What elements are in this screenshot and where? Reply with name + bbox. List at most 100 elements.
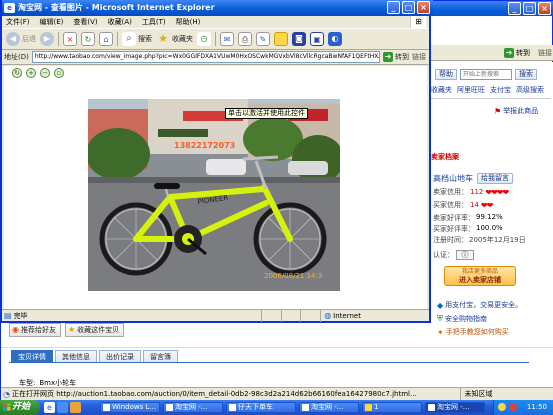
phone-guide-link[interactable]: 手把手教您如何购买 — [446, 327, 509, 337]
zoom-in-icon[interactable]: + — [26, 68, 36, 78]
clock[interactable]: 11:50 — [527, 403, 547, 411]
minimize-button[interactable]: _ — [387, 1, 400, 14]
tab-item-detail[interactable]: 宝贝详情 — [11, 350, 53, 362]
bicycle-photo[interactable]: PIONEER 13822172073 单击以激活并使用此控件 2006/08/… — [88, 99, 340, 291]
seller-name-link[interactable]: 高档山地车 — [433, 173, 473, 184]
system-tray: 11:50 — [493, 400, 553, 415]
home-button[interactable]: ⌂ — [99, 32, 113, 46]
ie-quicklaunch-icon[interactable]: e — [44, 402, 55, 413]
bicycle-photo-graphic: PIONEER — [88, 99, 340, 291]
buyer-good-rate-row: 买家好评率： 100.0% — [433, 224, 503, 233]
safe-shopping-link[interactable]: 安全购物指南 — [445, 314, 487, 324]
verify-badge-icon: ⓘ — [456, 250, 474, 260]
address-input[interactable]: http://www.taobao.com/view_image.php?pic… — [31, 51, 380, 63]
research-icon[interactable]: ▣ — [310, 32, 324, 46]
folder-icon — [365, 404, 372, 411]
history-icon[interactable]: ◷ — [197, 32, 211, 46]
menu-help[interactable]: 帮助(H) — [176, 16, 201, 28]
separator — [58, 32, 59, 46]
seller-archive-title: 卖家档案 — [431, 153, 459, 161]
menu-file[interactable]: 文件(F) — [6, 16, 30, 28]
messenger-icon[interactable]: ◙ — [292, 32, 306, 46]
stop-button[interactable]: × — [63, 32, 77, 46]
ie-icon — [166, 404, 173, 411]
viewer-toolbar: ↻ + − ▫ — [12, 68, 64, 78]
nav-favorites-link[interactable]: 收藏夹 — [431, 85, 452, 95]
lightbulb-icon: ✦ — [437, 327, 444, 337]
search-button[interactable]: 搜索 — [515, 68, 537, 80]
heart-rank-icon: ❤❤❤❤ — [485, 187, 509, 197]
go-button[interactable]: ➜ 转到 — [383, 52, 409, 62]
report-icon: ⚑ — [494, 106, 502, 116]
alipay-icon: ◆ — [437, 300, 444, 310]
tab-other-info[interactable]: 其他信息 — [55, 350, 97, 362]
folder-icon[interactable] — [274, 32, 288, 46]
menu-view[interactable]: 查看(V) — [73, 16, 97, 28]
links-label[interactable]: 链接 — [412, 52, 429, 62]
report-link[interactable]: 举报此商品 — [503, 106, 538, 116]
help-button[interactable]: 帮助 — [435, 68, 457, 80]
photo-watermark: 13822172073 — [174, 141, 236, 150]
qq-icon[interactable]: ◐ — [328, 32, 342, 46]
menu-edit[interactable]: 编辑(E) — [40, 16, 64, 28]
search-input[interactable] — [460, 68, 512, 80]
minimize-button[interactable]: _ — [508, 2, 521, 15]
address-label: 地址(D) — [4, 53, 29, 61]
tab-bid-record[interactable]: 出价记录 — [99, 350, 141, 362]
tab-guestbook[interactable]: 留言簿 — [143, 350, 178, 362]
print-icon[interactable]: ⎙ — [238, 32, 252, 46]
heart-rank-icon: ❤❤ — [480, 200, 493, 210]
window-title: 淘宝网 - 查看图片 - Microsoft Internet Explorer — [18, 3, 215, 12]
forward-button[interactable]: ▶ — [40, 32, 54, 46]
search-button[interactable]: ⌕ 搜索 — [122, 32, 152, 46]
menu-tools[interactable]: 工具(T) — [142, 16, 166, 28]
fit-icon[interactable]: ▫ — [54, 68, 64, 78]
nav-alipay-link[interactable]: 支付宝 — [490, 85, 511, 95]
rotate-icon[interactable]: ↻ — [12, 68, 22, 78]
maximize-button[interactable]: □ — [523, 2, 536, 15]
taskbar-item-taobao-3[interactable]: 淘宝网 -... — [425, 402, 485, 413]
mail-icon[interactable]: ✉ — [220, 32, 234, 46]
report-item[interactable]: ⚑ 举报此商品 — [494, 106, 538, 116]
tray-icon[interactable] — [509, 403, 517, 411]
zoom-out-icon[interactable]: − — [40, 68, 50, 78]
links-label[interactable]: 链接 — [538, 48, 552, 58]
media-quicklaunch-icon[interactable] — [70, 402, 81, 413]
back-button[interactable]: ◀ 后退 — [6, 32, 36, 46]
image-viewer-area: ↻ + − ▫ PIONEER 13822172073 单击以激活并使用此控件 … — [4, 66, 427, 309]
taskbar-item-bike-world[interactable]: 仔天下单车 — [226, 402, 296, 413]
maximize-button[interactable]: □ — [402, 1, 415, 14]
taskbar-item-windows-live[interactable]: Windows L... — [100, 402, 160, 413]
status-cell — [260, 309, 281, 322]
shield-icon: ⛨ — [437, 314, 443, 323]
taskbar-item-taobao-1[interactable]: 淘宝网 -... — [163, 402, 223, 413]
popup-title-bar[interactable]: e 淘宝网 - 查看图片 - Microsoft Internet Explor… — [2, 0, 433, 16]
favorites-button[interactable]: ★ 收藏夹 — [156, 32, 193, 46]
give-message-button[interactable]: 给我留言 — [477, 173, 513, 184]
go-button[interactable]: ➜ 转到 — [504, 48, 530, 58]
menu-favorites[interactable]: 收藏(A) — [108, 16, 132, 28]
close-button[interactable]: × — [417, 1, 430, 14]
edit-icon[interactable]: ✎ — [256, 32, 270, 46]
close-button[interactable]: × — [538, 2, 551, 15]
taskbar-item-taobao-2[interactable]: 淘宝网 -... — [299, 402, 359, 413]
start-button[interactable]: 开始 — [0, 400, 40, 415]
nav-advanced-search-link[interactable]: 高级搜索 — [516, 85, 544, 95]
quick-nav-links: 收藏夹 阿里旺旺 支付宝 高级搜索 — [431, 85, 544, 95]
status-done: 完毕 — [13, 311, 28, 320]
nav-aliwangwang-link[interactable]: 阿里旺旺 — [457, 85, 485, 95]
enter-shop-button[interactable]: 我店更多商品 进入卖家店铺 — [444, 266, 516, 286]
status-cell — [300, 309, 320, 322]
safe-shopping-row: ⛨ 安全购物指南 — [437, 314, 487, 324]
star-icon: ★ — [67, 325, 76, 334]
tray-icon[interactable] — [498, 403, 506, 411]
desktop-quicklaunch-icon[interactable] — [57, 402, 68, 413]
favorite-button[interactable]: ★ 收藏这件宝贝 — [64, 323, 125, 337]
alipay-notice: ◆ 用支付宝，交易更安全。 — [437, 300, 523, 310]
recommend-button[interactable]: ◉ 推荐给好友 — [9, 323, 61, 337]
seller-credit-row: 卖家信用： 112 ❤❤❤❤ — [433, 187, 509, 197]
item-action-buttons: ◉ 推荐给好友 ★ 收藏这件宝贝 — [9, 323, 125, 337]
taskbar-item-folder[interactable]: 1 — [362, 402, 422, 413]
refresh-button[interactable]: ↻ — [81, 32, 95, 46]
zone-indicator: ◍ Internet — [320, 309, 429, 322]
